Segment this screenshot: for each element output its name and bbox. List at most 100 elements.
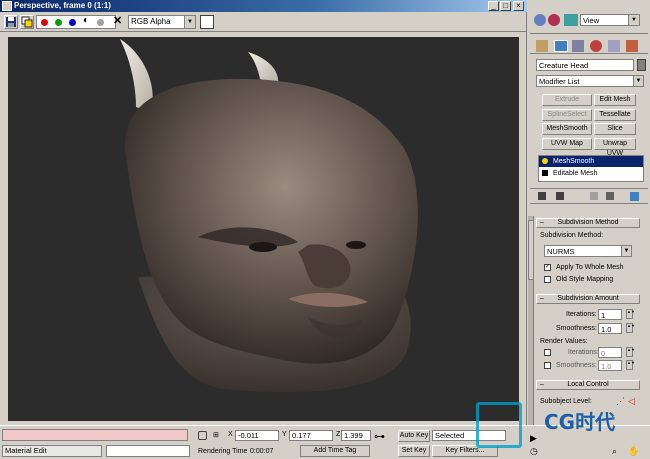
render-viewport xyxy=(8,37,519,421)
left-eye xyxy=(249,242,277,252)
meshsmooth-button[interactable]: MeshSmooth xyxy=(542,123,592,135)
apply-whole-mesh-checkbox[interactable]: ✓ xyxy=(544,264,551,271)
panel-scrollbar[interactable] xyxy=(528,216,534,425)
clear-icon[interactable]: ✕ xyxy=(113,15,122,27)
subdivision-method-value: NURMS xyxy=(547,247,575,256)
green-channel-toggle[interactable] xyxy=(55,19,62,26)
tessellate-button[interactable]: Tessellate xyxy=(594,109,636,121)
unwrap-uvw-button[interactable]: Unwrap UVW xyxy=(594,138,636,157)
set-key-button[interactable]: Set Key xyxy=(398,445,430,457)
app-icon xyxy=(2,1,12,11)
absolute-mode-icon[interactable]: ⊞ xyxy=(213,431,219,439)
clone-window-button[interactable] xyxy=(20,15,34,29)
pin-stack-icon[interactable] xyxy=(538,192,546,200)
zoom-icon[interactable]: ⌕ xyxy=(612,446,617,457)
hierarchy-tab-icon[interactable] xyxy=(572,40,584,52)
view-select[interactable]: View xyxy=(580,14,630,26)
auto-key-button[interactable]: Auto Key xyxy=(398,430,430,442)
chevron-down-icon[interactable]: ▼ xyxy=(628,14,640,26)
render-iterations-field[interactable]: 0 xyxy=(598,347,622,358)
splineselect-button[interactable]: SplineSelect xyxy=(542,109,592,121)
render-smoothness-field[interactable]: 1.0 xyxy=(598,360,622,371)
rendering-time-value: 0:00:07 xyxy=(250,448,274,455)
utilities-tab-icon[interactable] xyxy=(626,40,638,52)
material-icon[interactable] xyxy=(534,14,546,26)
render-smoothness-checkbox[interactable] xyxy=(544,362,551,369)
modify-tab-icon[interactable] xyxy=(554,40,568,52)
y-coordinate-field[interactable]: 0.177 xyxy=(289,430,333,441)
rendering-time-label: Rendering Time xyxy=(198,448,248,455)
configure-sets-icon[interactable] xyxy=(630,192,639,201)
floppy-icon xyxy=(6,17,16,27)
maximize-button[interactable]: □ xyxy=(500,1,511,11)
remove-modifier-icon[interactable] xyxy=(606,192,614,200)
time-config-icon[interactable]: ◷ xyxy=(530,446,538,457)
z-label: Z xyxy=(336,431,341,438)
create-tab-icon[interactable] xyxy=(536,40,548,52)
render-iterations-spinner[interactable]: ▲▼ xyxy=(626,347,635,357)
collapse-icon: – xyxy=(540,219,544,226)
show-end-result-icon[interactable] xyxy=(556,192,564,200)
stack-item-label: MeshSmooth xyxy=(553,158,595,165)
make-unique-icon[interactable] xyxy=(590,192,598,200)
watermark-text: CG时代 xyxy=(544,410,616,434)
color-swatch[interactable] xyxy=(200,15,214,29)
red-channel-toggle[interactable] xyxy=(41,19,48,26)
render-scene-icon[interactable] xyxy=(564,14,578,26)
render-smoothness-label: Smoothness: xyxy=(556,362,597,369)
lock-icon[interactable] xyxy=(198,431,207,440)
render-values-label: Render Values: xyxy=(540,338,588,345)
rollout-title: Subdivision Method xyxy=(557,219,619,226)
pan-icon[interactable]: ✋ xyxy=(628,446,639,457)
subdivision-method-select[interactable]: NURMS ▼ xyxy=(544,245,632,257)
render-smoothness-spinner[interactable]: ▲▼ xyxy=(626,360,635,370)
smoothness-field[interactable]: 1.0 xyxy=(598,323,622,334)
rollout-subdivision-amount[interactable]: – Subdivision Amount xyxy=(536,294,640,304)
bulb-icon[interactable] xyxy=(542,158,548,164)
edge-icon[interactable]: ◁ xyxy=(628,396,635,407)
rollout-subdivision-method[interactable]: – Subdivision Method xyxy=(536,218,640,228)
old-style-mapping-checkbox[interactable] xyxy=(544,276,551,283)
key-icon[interactable]: ⊶ xyxy=(374,432,385,443)
add-time-tag[interactable]: Add Time Tag xyxy=(300,445,370,457)
scrollbar-thumb[interactable] xyxy=(528,220,534,280)
right-eye xyxy=(346,241,366,249)
uvw-map-button[interactable]: UVW Map xyxy=(542,138,592,150)
edit-mesh-button[interactable]: Edit Mesh xyxy=(594,94,636,106)
stack-item-meshsmooth[interactable]: MeshSmooth xyxy=(539,156,643,167)
render-frame-window: Perspective, frame 0 (1:1) _ □ × ◐ ✕ RGB… xyxy=(0,0,527,425)
close-button[interactable]: × xyxy=(513,1,524,11)
slice-button[interactable]: Slice xyxy=(594,123,636,135)
modifier-list-dropdown[interactable]: Modifier List ▼ xyxy=(536,75,644,87)
iterations-spinner[interactable]: ▲▼ xyxy=(626,309,635,319)
maxscript-listener[interactable] xyxy=(2,429,188,441)
alpha-channel-toggle[interactable] xyxy=(97,19,104,26)
stack-item-editable-mesh[interactable]: Editable Mesh xyxy=(539,168,643,179)
render-iterations-checkbox[interactable] xyxy=(544,349,551,356)
creature-head-render xyxy=(120,39,418,393)
render-toolbar: ◐ ✕ RGB Alpha ▼ xyxy=(0,12,527,32)
channel-select[interactable]: RGB Alpha ▼ xyxy=(128,15,196,29)
iterations-field[interactable]: 1 xyxy=(598,309,622,320)
material-sphere-icon[interactable] xyxy=(548,14,560,26)
expand-icon[interactable] xyxy=(542,170,548,176)
play-icon[interactable]: ▶ xyxy=(530,433,537,444)
minimize-button[interactable]: _ xyxy=(488,1,499,11)
status-bar: Material Edit ⊞ X -0.011 Y 0.177 Z 1.399… xyxy=(0,402,650,459)
save-bitmap-button[interactable] xyxy=(4,15,18,29)
material-editor-task[interactable]: Material Edit xyxy=(2,445,102,457)
vertex-icon[interactable]: ⋰ xyxy=(616,396,625,407)
rollout-local-control[interactable]: – Local Control xyxy=(536,380,640,390)
object-color-swatch[interactable] xyxy=(637,59,646,71)
stack-item-label: Editable Mesh xyxy=(553,170,598,177)
smoothness-spinner[interactable]: ▲▼ xyxy=(626,323,635,333)
object-name-value: Creature Head xyxy=(539,61,589,70)
object-name-field[interactable]: Creature Head xyxy=(536,59,634,71)
display-tab-icon[interactable] xyxy=(608,40,620,52)
x-coordinate-field[interactable]: -0.011 xyxy=(235,430,279,441)
z-coordinate-field[interactable]: 1.399 xyxy=(341,430,371,441)
motion-tab-icon[interactable] xyxy=(590,40,602,52)
blue-channel-toggle[interactable] xyxy=(69,19,76,26)
mono-channel-icon[interactable]: ◐ xyxy=(83,16,89,26)
extrude-button[interactable]: Extrude xyxy=(542,94,592,106)
